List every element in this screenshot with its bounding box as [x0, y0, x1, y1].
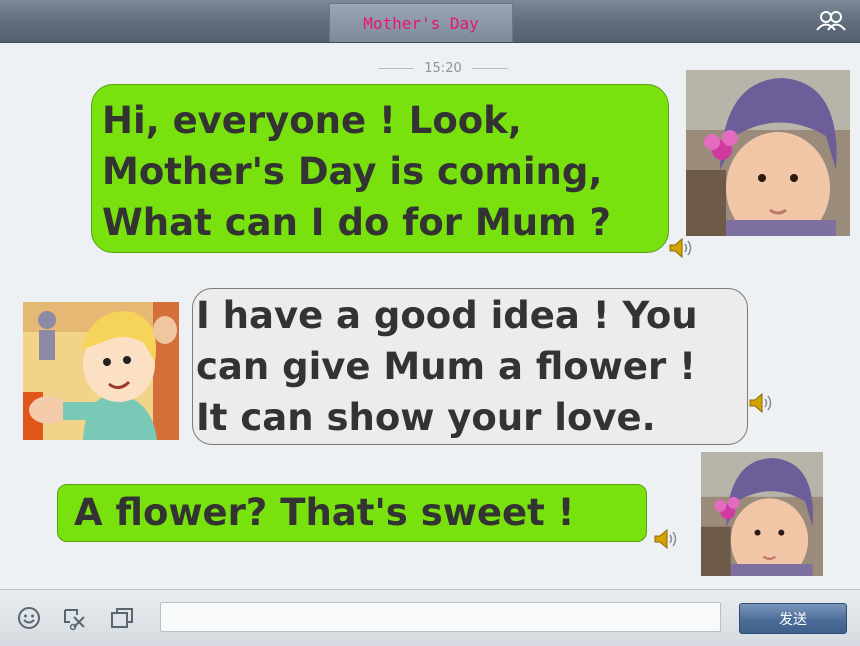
- avatar-boy[interactable]: [23, 302, 179, 440]
- input-bar: 发送: [0, 589, 860, 646]
- message-input[interactable]: [160, 602, 721, 632]
- message-timestamp: 15:20: [376, 60, 510, 76]
- timestamp-text: 15:20: [424, 60, 462, 76]
- boy-cartoon: [23, 302, 179, 440]
- message-bubble-incoming: I have a good idea ! You can give Mum a …: [192, 288, 748, 445]
- speaker-icon[interactable]: [653, 527, 679, 551]
- girl-photo: [701, 452, 823, 576]
- avatar-girl[interactable]: [686, 70, 850, 236]
- smiley-icon[interactable]: [16, 605, 42, 631]
- message-bubble-outgoing: Hi, everyone ! Look, Mother's Day is com…: [91, 84, 669, 253]
- window-icon[interactable]: [109, 605, 135, 631]
- message-bubble-outgoing: A flower? That's sweet !: [57, 484, 647, 542]
- divider: [378, 67, 415, 69]
- avatar-girl[interactable]: [701, 452, 823, 576]
- contacts-icon[interactable]: [816, 10, 846, 32]
- speaker-icon[interactable]: [668, 236, 694, 260]
- divider: [471, 67, 508, 69]
- send-button[interactable]: 发送: [739, 603, 847, 634]
- speaker-icon[interactable]: [748, 391, 774, 415]
- girl-photo: [686, 70, 850, 236]
- window-title: Mother's Day: [329, 3, 513, 42]
- chat-area[interactable]: 15:20 Hi, everyone ! Look, Mother's Day …: [0, 43, 860, 589]
- scissors-icon[interactable]: [62, 605, 88, 631]
- title-bar: Mother's Day: [0, 0, 860, 43]
